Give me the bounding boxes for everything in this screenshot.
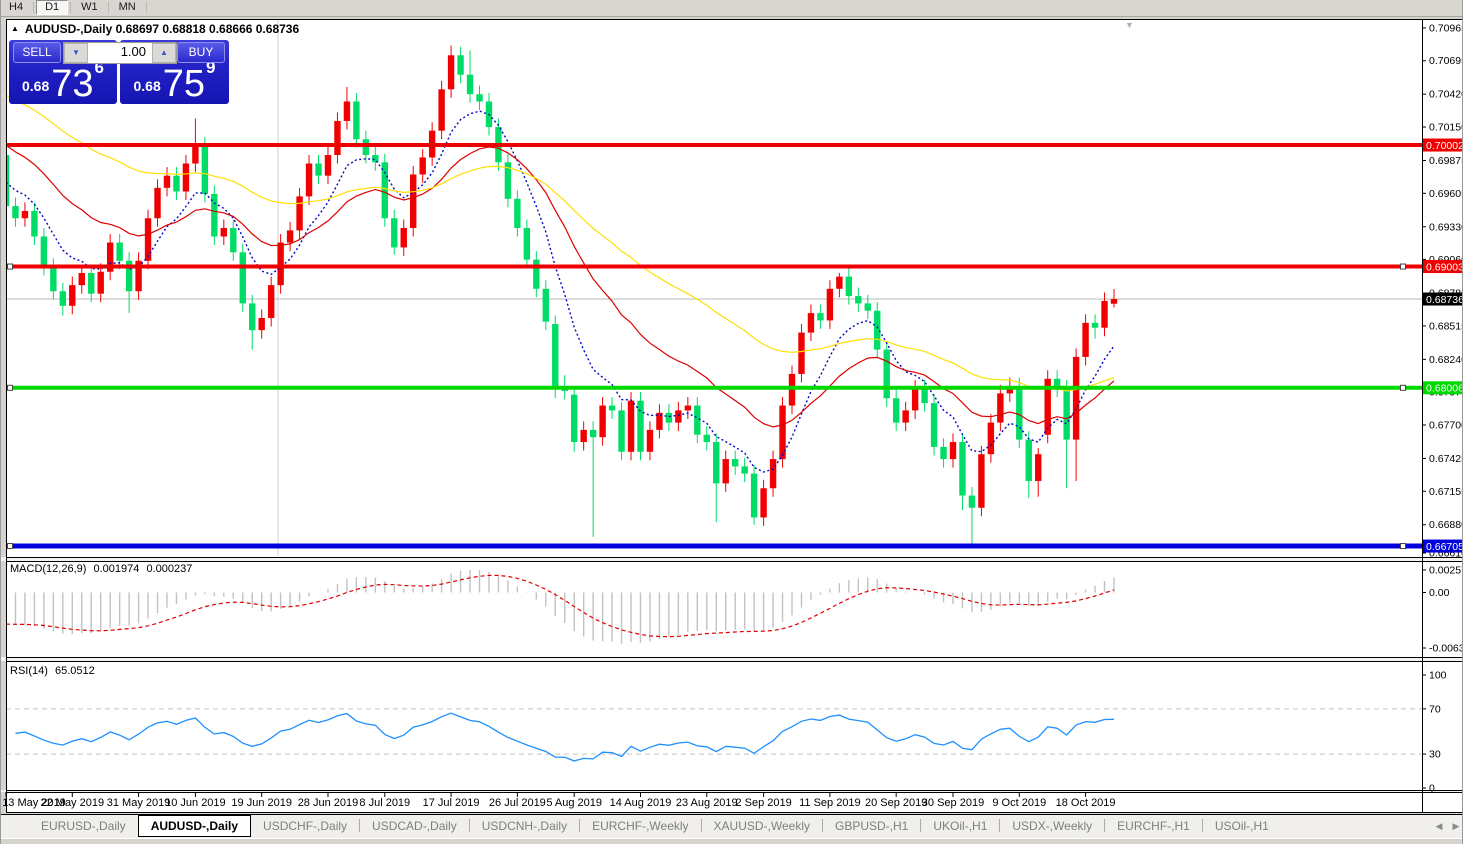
chart-tab-xauusd-weekly[interactable]: XAUUSD-,Weekly: [702, 815, 822, 837]
price-tick-label: 0.67425: [1429, 453, 1463, 465]
chart-tab-eurchf-weekly[interactable]: EURCHF-,Weekly: [580, 815, 700, 837]
buy-button[interactable]: BUY: [177, 42, 225, 63]
one-click-trading-panel: 0.68 73 6 0.68 75 9 SELL BUY ▼ 1.00 ▲: [9, 40, 229, 104]
price-tag-0.70002: 0.70002: [1423, 138, 1463, 152]
date-tick-label: 30 Sep 2019: [922, 797, 984, 809]
sell-button[interactable]: SELL: [13, 42, 61, 63]
price-tick-label: 0.66880: [1429, 519, 1463, 531]
price-tick-label: 0.68515: [1429, 320, 1463, 332]
chart-tab-usdx-weekly[interactable]: USDX-,Weekly: [1000, 815, 1104, 837]
date-tick-label: 8 Jul 2019: [359, 797, 410, 809]
price-tick-label: 0.67155: [1429, 486, 1463, 498]
chart-tab-gbpusd-h1[interactable]: GBPUSD-,H1: [823, 815, 920, 837]
line-handle[interactable]: [7, 384, 13, 391]
date-tick-label: 28 Jun 2019: [298, 797, 359, 809]
volume-spinner: ▼ 1.00 ▲: [63, 42, 177, 64]
chart-canvas[interactable]: 0.70965 0.70695 0.70420 0.70150 0.69875 0.696…: [1, 0, 1463, 844]
rsi-value: 65.0512: [54, 665, 95, 677]
price-tag-0.66705: 0.66705: [1423, 539, 1463, 553]
svg-text:0.69003: 0.69003: [1426, 261, 1463, 273]
chart-tab-eurchf-h1[interactable]: EURCHF-,H1: [1105, 815, 1202, 837]
line-handle[interactable]: [1400, 263, 1406, 270]
price-tick-label: 0.70420: [1429, 89, 1463, 101]
price-tick-label: 0.69875: [1429, 155, 1463, 167]
tabs-scroll-right-icon[interactable]: ▶: [1450, 820, 1462, 832]
date-tick-label: 9 Oct 2019: [992, 797, 1046, 809]
scroll-end-marker-icon[interactable]: ▼: [1125, 20, 1134, 30]
macd-main-value: 0.001974: [93, 563, 140, 575]
date-tick-label: 20 Sep 2019: [865, 797, 927, 809]
chart-tab-usoil-h1[interactable]: USOil-,H1: [1203, 815, 1281, 837]
chart-tab-usdchf-daily[interactable]: USDCHF-,Daily: [251, 815, 359, 837]
buy-price-main: 75: [162, 62, 206, 105]
chart-ohlc-values: 0.68697 0.68818 0.68666 0.68736: [115, 22, 300, 36]
date-tick-label: 2 Sep 2019: [735, 797, 791, 809]
svg-text:0.66705: 0.66705: [1426, 541, 1463, 553]
date-tick-label: 31 May 2019: [107, 797, 171, 809]
status-strip: [1, 838, 1462, 844]
rsi-label: RSI(14): [10, 665, 48, 677]
subwindow-collapse-icon[interactable]: ▲: [11, 24, 19, 33]
line-handle[interactable]: [7, 543, 13, 550]
price-tick-label: 0.68240: [1429, 354, 1463, 366]
chart-symbol-label: AUDUSD-,Daily: [24, 22, 113, 36]
rsi-axis-label: 0: [1429, 783, 1435, 795]
buy-price-prefix: 0.68: [133, 78, 161, 94]
date-tick-label: 19 Jun 2019: [231, 797, 292, 809]
mt4-window: { "toolbar": { "timeframes": [ {"label":…: [0, 0, 1463, 844]
rsi-axis-label: 100: [1429, 670, 1447, 682]
rsi-panel-title: RSI(14) 65.0512: [10, 665, 99, 677]
sell-price-main: 73: [51, 62, 94, 105]
chart-background: [6, 19, 1462, 812]
date-tick-label: 10 Jun 2019: [165, 797, 226, 809]
buy-price: 0.68 75 9: [120, 58, 229, 105]
svg-text:0.68736: 0.68736: [1426, 294, 1463, 306]
date-tick-label: 14 Aug 2019: [610, 797, 672, 809]
date-tick-label: 17 Jul 2019: [423, 797, 480, 809]
line-handle[interactable]: [7, 263, 13, 270]
chart-tab-eurusd-daily[interactable]: EURUSD-,Daily: [29, 815, 138, 837]
sell-price: 0.68 73 6: [9, 58, 117, 105]
macd-axis-label: 0.00: [1429, 587, 1450, 599]
chart-tab-audusd-daily[interactable]: AUDUSD-,Daily: [137, 815, 252, 837]
price-tag-0.68006: 0.68006: [1423, 381, 1463, 395]
chart-tab-ukoil-h1[interactable]: UKOil-,H1: [921, 815, 999, 837]
date-tick-label: 26 Jul 2019: [489, 797, 546, 809]
volume-increase-button[interactable]: ▲: [152, 43, 176, 63]
date-tick-label: 11 Sep 2019: [799, 797, 861, 809]
price-tick-label: 0.70965: [1429, 22, 1463, 34]
date-tick-label: 5 Aug 2019: [546, 797, 602, 809]
line-handle[interactable]: [1400, 543, 1406, 550]
chart-tab-bar: EURUSD-,Daily AUDUSD-,Daily USDCHF-,Daily U…: [1, 814, 1462, 838]
svg-text:0.68006: 0.68006: [1426, 383, 1463, 395]
date-tick-label: 18 Oct 2019: [1056, 797, 1116, 809]
chart-tab-usdcnh-daily[interactable]: USDCNH-,Daily: [470, 815, 579, 837]
rsi-axis-label: 70: [1429, 703, 1441, 715]
macd-axis-label: 0.002574: [1429, 564, 1463, 576]
macd-panel-title: MACD(12,26,9) 0.001974 0.000237: [10, 563, 196, 575]
date-tick-label: 23 Aug 2019: [676, 797, 738, 809]
date-tick-label: 22 May 2019: [40, 797, 104, 809]
price-tick-label: 0.70695: [1429, 55, 1463, 67]
rsi-axis-label: 30: [1429, 749, 1441, 761]
macd-label: MACD(12,26,9): [10, 563, 87, 575]
macd-axis-label: -0.006326: [1429, 642, 1463, 654]
price-tick-label: 0.69330: [1429, 221, 1463, 233]
price-tick-label: 0.70150: [1429, 122, 1463, 134]
chart-tabs: EURUSD-,Daily AUDUSD-,Daily USDCHF-,Daily U…: [29, 815, 1281, 838]
price-tag-0.69003: 0.69003: [1423, 260, 1463, 273]
volume-decrease-button[interactable]: ▼: [64, 43, 88, 63]
volume-input[interactable]: 1.00: [88, 43, 152, 63]
line-handle[interactable]: [1400, 384, 1406, 391]
price-tick-label: 0.69605: [1429, 188, 1463, 200]
price-tag-0.68736: 0.68736: [1423, 292, 1463, 306]
chart-title: ▲ AUDUSD-,Daily 0.68697 0.68818 0.68666 0…: [11, 22, 299, 36]
svg-text:0.70002: 0.70002: [1426, 140, 1463, 152]
sell-price-prefix: 0.68: [22, 78, 50, 94]
tabs-scroll-left-icon[interactable]: ◀: [1433, 820, 1445, 832]
macd-signal-value: 0.000237: [146, 563, 193, 575]
chart-tab-usdcad-daily[interactable]: USDCAD-,Daily: [360, 815, 469, 837]
price-tick-label: 0.67700: [1429, 420, 1463, 432]
